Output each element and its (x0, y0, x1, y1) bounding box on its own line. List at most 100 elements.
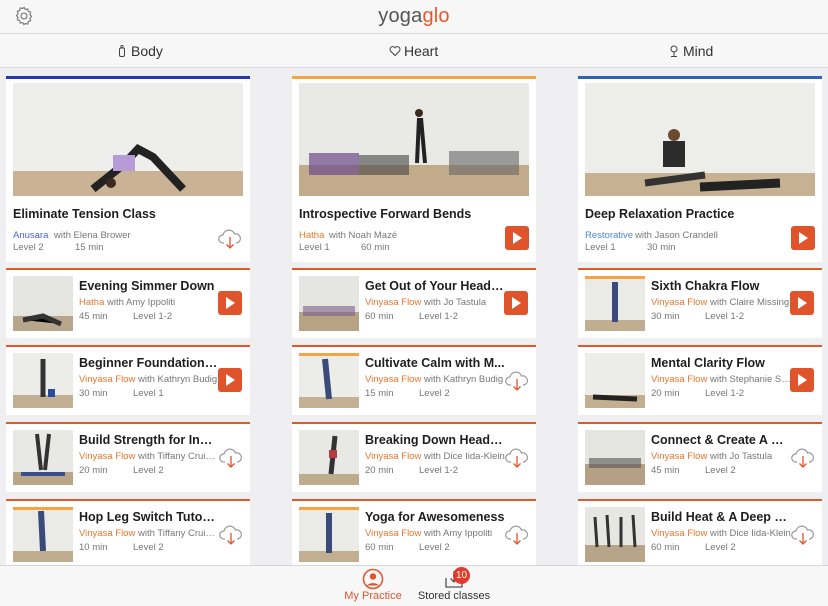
class-thumbnail (585, 353, 645, 408)
play-button[interactable] (218, 291, 242, 315)
class-style: Vinyasa Flow (79, 528, 136, 539)
class-title: Connect & Create A Be... (651, 433, 791, 447)
play-icon (226, 297, 235, 309)
play-button[interactable] (218, 368, 242, 392)
play-icon (512, 297, 521, 309)
class-list-item[interactable]: Yoga for Awesomeness Vinyasa Flow with A… (292, 499, 536, 569)
class-teacher: with Jo Tastula (423, 297, 487, 308)
class-duration: 30 min (647, 242, 676, 253)
tab-heart[interactable]: Heart (389, 43, 438, 59)
download-button[interactable] (217, 226, 243, 257)
class-teacher: with Noah Mazé (329, 230, 398, 241)
class-teacher: with Amy Ippoliti (107, 297, 176, 308)
download-button[interactable] (504, 522, 530, 553)
class-level: Level 1-2 (419, 311, 459, 322)
cloud-download-icon (219, 525, 242, 545)
class-list-item[interactable]: Build Strength for Inve... Vinyasa Flow … (6, 422, 250, 492)
play-icon (798, 374, 807, 386)
tab-label: My Practice (344, 590, 402, 602)
class-list-item[interactable]: Breaking Down Headst... Vinyasa Flow wit… (292, 422, 536, 492)
class-list-item[interactable]: Hop Leg Switch Tutorial Vinyasa Flow wit… (6, 499, 250, 569)
class-thumbnail (13, 507, 73, 562)
class-style: Vinyasa Flow (365, 374, 422, 385)
class-list-item[interactable]: Cultivate Calm with M... Vinyasa Flow wi… (292, 345, 536, 415)
download-button[interactable] (504, 445, 530, 476)
play-icon (799, 232, 808, 244)
download-button[interactable] (790, 522, 816, 553)
play-button[interactable] (504, 291, 528, 315)
class-duration: 20 min (651, 388, 680, 399)
class-level: Level 1-2 (705, 311, 745, 322)
class-level: Level 2 (705, 542, 736, 553)
cloud-download-icon (505, 371, 528, 391)
class-teacher: with Elena Brower (54, 230, 131, 241)
play-icon (513, 232, 522, 244)
tab-label: Body (131, 43, 163, 59)
class-teacher: with Stephanie Sny... (709, 374, 791, 385)
class-style: Vinyasa Flow (79, 451, 136, 462)
class-duration: 45 min (79, 311, 108, 322)
tab-stored-classes[interactable]: 10 Stored classes (417, 567, 491, 602)
class-thumbnail (13, 83, 243, 196)
download-button[interactable] (504, 368, 530, 399)
tab-my-practice[interactable]: My Practice (343, 568, 403, 602)
download-button[interactable] (218, 522, 244, 553)
class-list-item[interactable]: Connect & Create A Be... Vinyasa Flow wi… (578, 422, 822, 492)
cloud-download-icon (791, 525, 814, 545)
play-icon (226, 374, 235, 386)
class-list-item[interactable]: Get Out of Your Head &... Vinyasa Flow w… (292, 268, 536, 338)
tab-label: Stored classes (417, 590, 491, 602)
class-style: Vinyasa Flow (651, 528, 708, 539)
cloud-download-icon (791, 448, 814, 468)
class-title: Eliminate Tension Class (13, 207, 156, 221)
class-thumbnail (585, 276, 645, 331)
class-duration: 45 min (651, 465, 680, 476)
play-button[interactable] (791, 226, 815, 250)
featured-class-card[interactable]: Deep Relaxation Practice Restorative wit… (578, 76, 822, 262)
class-title: Cultivate Calm with M... (365, 356, 505, 370)
class-duration: 15 min (365, 388, 394, 399)
featured-class-card[interactable]: Introspective Forward Bends Hatha with N… (292, 76, 536, 262)
featured-class-card[interactable]: Eliminate Tension Class Anusara with Ele… (6, 76, 250, 262)
class-duration: 60 min (651, 542, 680, 553)
app-header: yogaglo (0, 0, 828, 34)
class-thumbnail (585, 430, 645, 485)
class-title: Breaking Down Headst... (365, 433, 505, 447)
class-duration: 15 min (75, 242, 104, 253)
class-level: Level 2 (133, 465, 164, 476)
class-level: Level 2 (133, 542, 164, 553)
class-duration: 60 min (361, 242, 390, 253)
class-thumbnail (299, 276, 359, 331)
play-icon (798, 297, 807, 309)
class-list-item[interactable]: Mental Clarity Flow Vinyasa Flow with St… (578, 345, 822, 415)
play-button[interactable] (790, 291, 814, 315)
class-duration: 30 min (79, 388, 108, 399)
class-level: Level 1 (133, 388, 164, 399)
stored-count-badge: 10 (453, 567, 470, 584)
class-list-item[interactable]: Sixth Chakra Flow Vinyasa Flow with Clai… (578, 268, 822, 338)
class-teacher: with Dice Iida-Klein (709, 528, 791, 539)
class-list-item[interactable]: Beginner Foundation P... Vinyasa Flow wi… (6, 345, 250, 415)
user-circle-icon (362, 568, 384, 590)
class-level: Level 2 (705, 465, 736, 476)
cloud-download-icon (505, 525, 528, 545)
play-button[interactable] (505, 226, 529, 250)
category-tabs: Body Heart Mind (0, 34, 828, 68)
class-teacher: with Kathryn Budig (137, 374, 218, 385)
class-level: Level 1-2 (133, 311, 173, 322)
class-teacher: with Tiffany Cruiksh (137, 528, 219, 539)
class-level: Level 1 (585, 242, 616, 253)
app-logo: yogaglo (378, 5, 450, 27)
tab-mind[interactable]: Mind (668, 43, 713, 59)
class-list-item[interactable]: Build Heat & A Deep Se... Vinyasa Flow w… (578, 499, 822, 569)
class-thumbnail (585, 507, 645, 562)
class-title: Sixth Chakra Flow (651, 279, 760, 293)
class-list-item[interactable]: Evening Simmer Down Hatha with Amy Ippol… (6, 268, 250, 338)
download-button[interactable] (790, 445, 816, 476)
download-button[interactable] (218, 445, 244, 476)
tab-body[interactable]: Body (116, 43, 163, 59)
play-button[interactable] (790, 368, 814, 392)
class-title: Beginner Foundation P... (79, 356, 219, 370)
class-style: Vinyasa Flow (79, 374, 136, 385)
class-style: Vinyasa Flow (365, 297, 422, 308)
